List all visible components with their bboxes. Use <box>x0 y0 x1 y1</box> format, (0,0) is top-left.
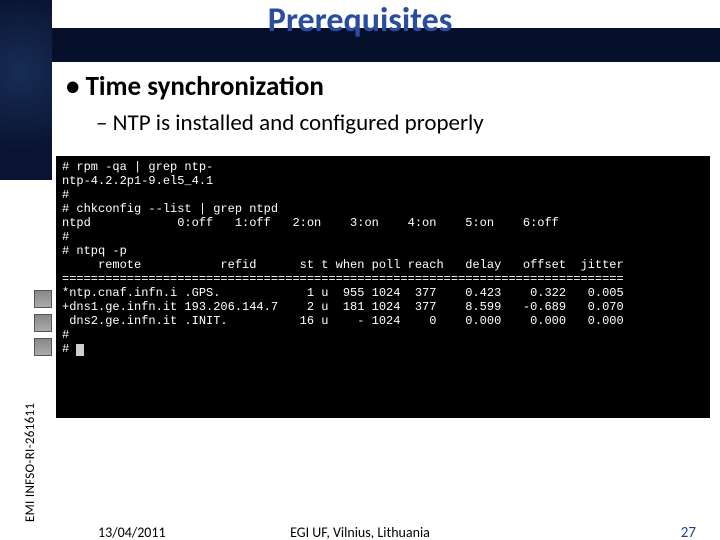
footer-page: 27 <box>681 524 696 540</box>
terminal-line: # <box>62 188 69 202</box>
logo-icon <box>34 290 52 308</box>
cursor-icon <box>76 344 84 356</box>
terminal-line: # <box>62 342 76 356</box>
terminal-line: # <box>62 230 69 244</box>
terminal-line: dns2.ge.infn.it .INIT. 16 u - 1024 0 0.0… <box>62 314 624 328</box>
footer-center: EGI UF, Vilnius, Lithuania <box>0 524 720 540</box>
terminal-line: # ntpq -p <box>62 244 127 258</box>
terminal-line: # rpm -qa | grep ntp- <box>62 160 213 174</box>
terminal-line: remote refid st t when poll reach delay … <box>62 258 624 272</box>
logo-icon <box>34 314 52 332</box>
slide: Prerequisites Time synchronization NTP i… <box>0 0 720 540</box>
terminal-line: # chkconfig --list | grep ntpd <box>62 202 278 216</box>
partner-logos <box>34 290 52 356</box>
logo-icon <box>34 338 52 356</box>
terminal-output: # rpm -qa | grep ntp- ntp-4.2.2p1-9.el5_… <box>56 156 710 418</box>
bullet-sub: NTP is installed and configured properly <box>96 109 696 137</box>
terminal-line: ntp-4.2.2p1-9.el5_4.1 <box>62 174 213 188</box>
slide-title: Prerequisites <box>0 0 720 41</box>
terminal-line: *ntp.cnaf.infn.i .GPS. 1 u 955 1024 377 … <box>62 286 624 300</box>
content-area: Time synchronization NTP is installed an… <box>66 70 696 137</box>
terminal-line: # <box>62 328 69 342</box>
bullet-main: Time synchronization <box>66 70 696 103</box>
terminal-line: +dns1.ge.infn.it 193.206.144.7 2 u 181 1… <box>62 300 624 314</box>
terminal-line: ========================================… <box>62 272 624 286</box>
side-label: EMI INFSO-RI-261611 <box>23 403 38 522</box>
terminal-line: ntpd 0:off 1:off 2:on 3:on 4:on 5:on 6:o… <box>62 216 559 230</box>
